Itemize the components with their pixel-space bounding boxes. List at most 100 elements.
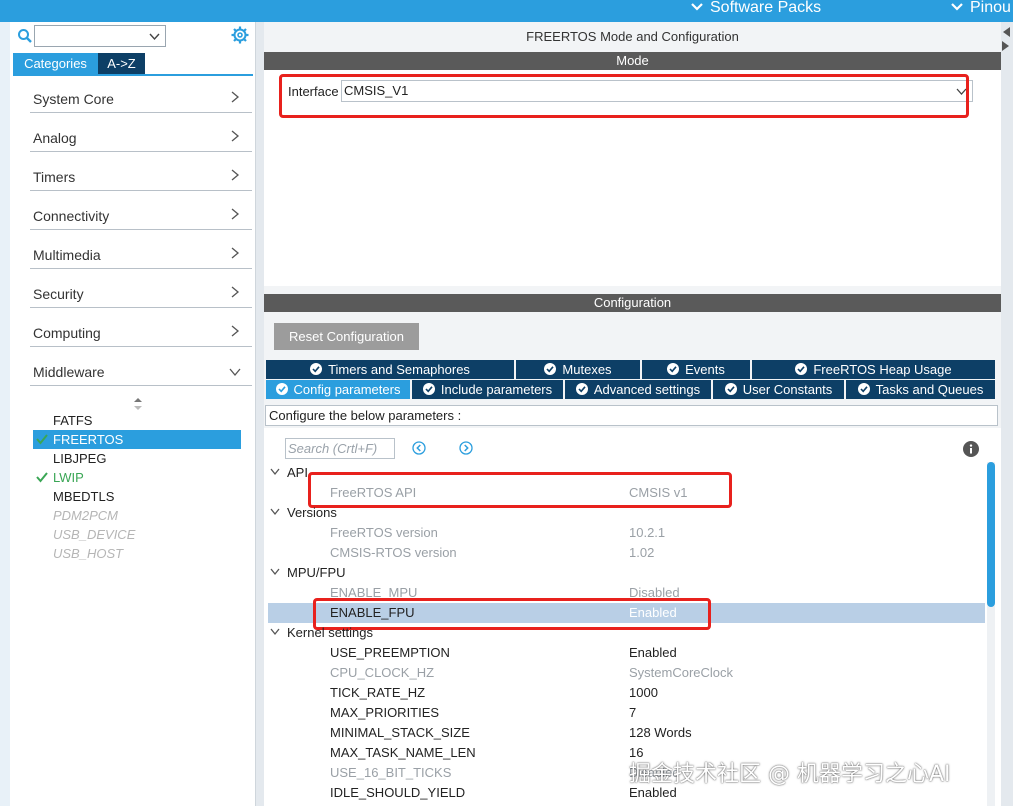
category-search-select[interactable] — [34, 25, 166, 47]
check-circle-icon — [795, 363, 808, 375]
group-kernel-settings[interactable]: Kernel settings — [270, 625, 373, 640]
pinout-menu[interactable]: Pinou — [950, 0, 1011, 22]
software-packs-menu[interactable]: Software Packs — [690, 0, 821, 22]
param-name: MAX_TASK_NAME_LEN — [330, 745, 476, 760]
splitter[interactable] — [256, 22, 264, 806]
tab-heap-usage[interactable]: FreeRTOS Heap Usage — [752, 360, 995, 379]
param-name: CPU_CLOCK_HZ — [330, 665, 435, 680]
reset-configuration-button[interactable]: Reset Configuration — [274, 323, 419, 350]
category-label: Analog — [33, 130, 77, 146]
check-icon — [36, 472, 48, 483]
middleware-item-label: LWIP — [53, 470, 84, 485]
sidebar-tabs: Categories A->Z — [13, 53, 145, 75]
middleware-item-label: FATFS — [53, 413, 93, 428]
search-icon[interactable] — [17, 28, 33, 44]
param-name: FreeRTOS API — [330, 485, 417, 500]
param-row-max-priorities[interactable]: MAX_PRIORITIES 7 — [268, 703, 985, 723]
tab-user-constants[interactable]: User Constants — [713, 380, 844, 399]
main-panel: FREERTOS Mode and Configuration Mode Int… — [264, 22, 1001, 806]
check-circle-icon — [310, 363, 323, 375]
param-row-minimal-stack-size[interactable]: MINIMAL_STACK_SIZE 128 Words — [268, 723, 985, 743]
group-label: Kernel settings — [287, 625, 373, 640]
tab-include-parameters[interactable]: Include parameters — [412, 380, 563, 399]
chevron-down-icon — [270, 468, 280, 476]
middleware-item-freertos[interactable]: FREERTOS — [33, 430, 241, 449]
category-analog[interactable]: Analog — [30, 125, 252, 152]
group-label: MPU/FPU — [287, 565, 346, 580]
param-value: Enabled — [629, 605, 677, 620]
param-row-tick-rate-hz[interactable]: TICK_RATE_HZ 1000 — [268, 683, 985, 703]
tab-advanced-settings[interactable]: Advanced settings — [565, 380, 711, 399]
param-row-use-preemption[interactable]: USE_PREEMPTION Enabled — [268, 643, 985, 663]
chevron-right-icon — [231, 325, 240, 337]
tab-a-to-z[interactable]: A->Z — [98, 53, 145, 75]
collapse-left-icon[interactable] — [1001, 26, 1011, 38]
param-value: Disabled — [629, 585, 680, 600]
parameter-search-input[interactable]: Search (Crtl+F) — [285, 438, 395, 459]
next-icon[interactable] — [459, 441, 473, 455]
middleware-item-mbedtls[interactable]: MBEDTLS — [33, 487, 241, 506]
tab-tasks-queues[interactable]: Tasks and Queues — [846, 380, 995, 399]
gear-icon[interactable] — [231, 26, 249, 44]
middleware-item-usb-device[interactable]: USB_DEVICE — [33, 525, 241, 544]
chevron-down-icon — [229, 368, 241, 377]
tab-timers-semaphores[interactable]: Timers and Semaphores — [266, 360, 514, 379]
param-row-enable-fpu[interactable]: ENABLE_FPU Enabled — [268, 603, 985, 623]
param-row-enable-mpu[interactable]: ENABLE_MPU Disabled — [268, 583, 985, 603]
category-timers[interactable]: Timers — [30, 164, 252, 191]
chevron-right-icon — [231, 286, 240, 298]
group-versions[interactable]: Versions — [270, 505, 337, 520]
tab-events[interactable]: Events — [642, 360, 750, 379]
chevron-down-icon — [956, 88, 967, 95]
sort-icon[interactable] — [133, 397, 143, 411]
group-mpu-fpu[interactable]: MPU/FPU — [270, 565, 346, 580]
param-value: CMSIS v1 — [629, 485, 688, 500]
param-value: 1000 — [629, 685, 658, 700]
param-row-cmsis-rtos-version[interactable]: CMSIS-RTOS version 1.02 — [268, 543, 985, 563]
group-api[interactable]: API — [270, 465, 308, 480]
scrollbar-thumb[interactable] — [987, 462, 995, 607]
param-value: 7 — [629, 705, 637, 720]
middleware-item-pdm2pcm[interactable]: PDM2PCM — [33, 506, 241, 525]
vertical-scrollbar[interactable] — [987, 462, 995, 806]
category-connectivity[interactable]: Connectivity — [30, 203, 252, 230]
tab-mutexes[interactable]: Mutexes — [516, 360, 640, 379]
param-value: SystemCoreClock — [629, 665, 734, 680]
category-system-core[interactable]: System Core — [30, 86, 252, 113]
category-multimedia[interactable]: Multimedia — [30, 242, 252, 269]
category-label: Middleware — [33, 364, 105, 380]
param-name: USE_16_BIT_TICKS — [330, 765, 452, 780]
param-value: 128 Words — [629, 725, 692, 740]
param-row-freertos-api[interactable]: FreeRTOS API CMSIS v1 — [268, 483, 985, 503]
info-icon[interactable] — [963, 441, 979, 457]
category-computing[interactable]: Computing — [30, 320, 252, 347]
tab-label: Events — [685, 362, 725, 377]
tab-label: Tasks and Queues — [875, 382, 984, 397]
middleware-item-usb-host[interactable]: USB_HOST — [33, 544, 241, 563]
tab-categories[interactable]: Categories — [13, 53, 98, 75]
configuration-header: Configuration — [264, 294, 1001, 312]
category-middleware[interactable]: Middleware — [30, 359, 252, 386]
tab-label: Timers and Semaphores — [328, 362, 470, 377]
watermark: 掘金技术社区 @ 机器学习之心AI — [629, 762, 951, 787]
interface-select[interactable]: CMSIS_V1 — [341, 80, 973, 102]
category-security[interactable]: Security — [30, 281, 252, 308]
param-row-cpu-clock-hz[interactable]: CPU_CLOCK_HZ SystemCoreClock — [268, 663, 985, 683]
param-value: Enabled — [629, 645, 677, 660]
middleware-item-fatfs[interactable]: FATFS — [33, 411, 241, 430]
sidebar: Categories A->Z System Core Analog Timer… — [10, 22, 256, 806]
param-name: ENABLE_FPU — [330, 605, 415, 620]
param-name: TICK_RATE_HZ — [330, 685, 426, 700]
middleware-item-label: USB_DEVICE — [53, 527, 136, 542]
category-label: Computing — [33, 325, 101, 341]
expand-right-icon[interactable] — [1001, 40, 1011, 52]
tab-label: Config parameters — [293, 382, 401, 397]
chevron-down-icon — [149, 33, 160, 41]
middleware-item-lwip[interactable]: LWIP — [33, 468, 241, 487]
middleware-item-libjpeg[interactable]: LIBJPEG — [33, 449, 241, 468]
mode-area — [264, 70, 1001, 286]
tab-config-parameters[interactable]: Config parameters — [266, 380, 410, 399]
tab-label: Include parameters — [440, 382, 553, 397]
previous-icon[interactable] — [412, 441, 426, 455]
param-row-freertos-version[interactable]: FreeRTOS version 10.2.1 — [268, 523, 985, 543]
